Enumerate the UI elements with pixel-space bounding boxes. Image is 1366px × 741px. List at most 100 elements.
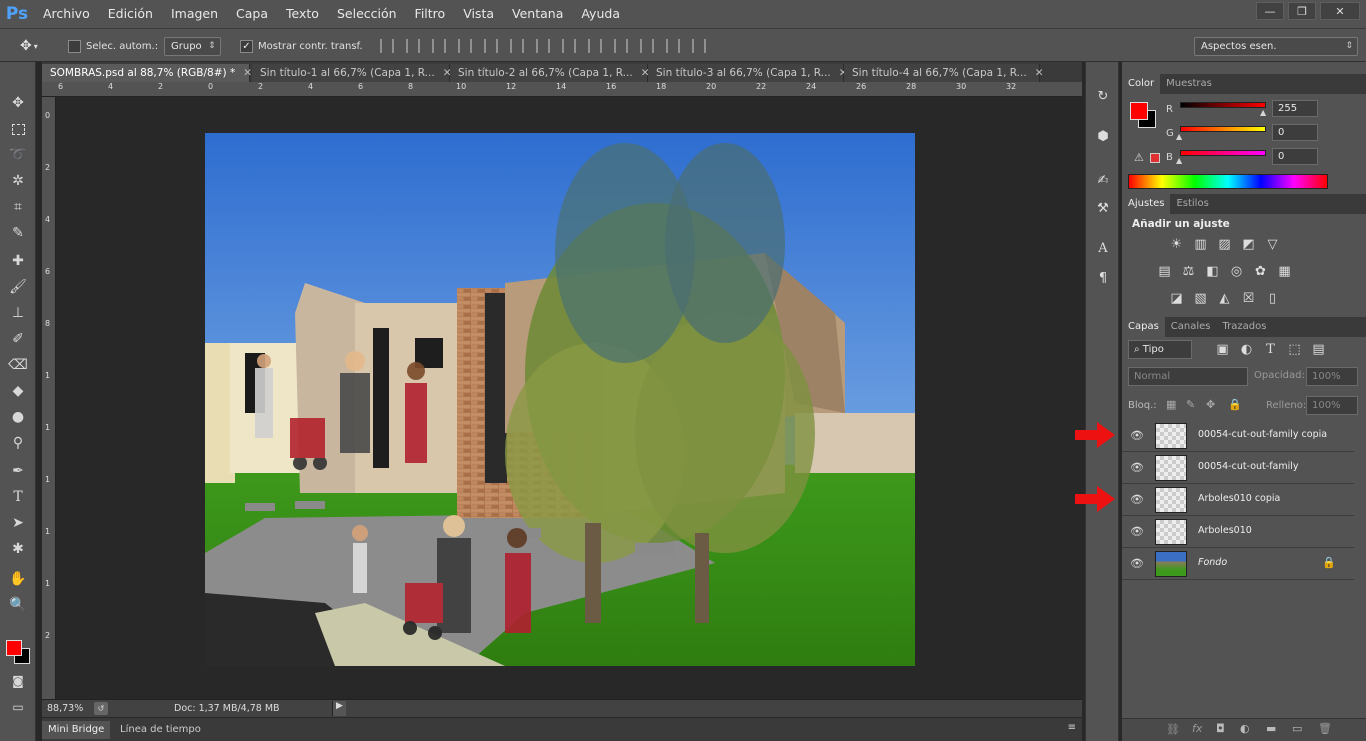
custom-shape-tool-icon[interactable]: ✱: [6, 538, 30, 560]
visibility-eye-icon[interactable]: 👁: [1130, 493, 1144, 506]
layer-thumbnail[interactable]: [1155, 455, 1187, 481]
visibility-eye-icon[interactable]: 👁: [1130, 557, 1144, 570]
clone-stamp-tool-icon[interactable]: ⊥: [6, 302, 30, 324]
zoom-level[interactable]: 88,73%: [47, 703, 83, 714]
tab-channels[interactable]: Canales: [1165, 317, 1217, 337]
new-layer-icon[interactable]: ▭: [1292, 722, 1302, 735]
tab-paths[interactable]: Trazados: [1217, 317, 1273, 337]
screen-mode-icon[interactable]: ▭: [6, 696, 30, 718]
blend-mode-dropdown[interactable]: Normal: [1128, 367, 1248, 386]
layer-name[interactable]: 00054-cut-out-family: [1198, 461, 1299, 472]
layer-thumbnail[interactable]: [1155, 423, 1187, 449]
show-transform-checkbox[interactable]: ✓: [240, 39, 253, 53]
brush-tool-icon[interactable]: 🖌: [6, 276, 30, 298]
tab-sin-titulo-1[interactable]: Sin título-1 al 66,7% (Capa 1, R... ✕: [252, 64, 452, 82]
align-right-icon[interactable]: [510, 39, 524, 53]
magic-wand-tool-icon[interactable]: ✲: [6, 170, 30, 192]
tab-timeline[interactable]: Línea de tiempo: [114, 721, 207, 739]
menu-archivo[interactable]: Archivo: [34, 0, 99, 28]
layer-thumbnail[interactable]: [1155, 519, 1187, 545]
layer-row[interactable]: 👁 00054-cut-out-family: [1122, 452, 1354, 484]
layer-name[interactable]: 00054-cut-out-family copia: [1198, 429, 1327, 440]
move-tool-preset-icon[interactable]: ✥ ▾: [20, 36, 38, 56]
move-tool-icon[interactable]: ✥: [6, 92, 30, 114]
align-hcenter-icon[interactable]: [484, 39, 498, 53]
panel-menu-icon[interactable]: ≡: [1068, 722, 1076, 733]
auto-select-checkbox[interactable]: [68, 39, 81, 53]
tab-sombras[interactable]: SOMBRAS.psd al 88,7% (RGB/8#) * ✕: [42, 64, 252, 82]
quick-mask-icon[interactable]: ◙: [6, 670, 30, 692]
brightness-icon[interactable]: ☀: [1168, 237, 1185, 252]
green-value-field[interactable]: 0: [1272, 124, 1318, 141]
distribute-right-icon[interactable]: [666, 39, 680, 53]
status-menu-arrow-icon[interactable]: ▶: [332, 701, 346, 716]
red-value-field[interactable]: 255: [1272, 100, 1318, 117]
opacity-field[interactable]: 100%: [1306, 367, 1358, 386]
layer-row[interactable]: 👁 Arboles010: [1122, 516, 1354, 548]
red-slider[interactable]: [1180, 102, 1266, 108]
close-button[interactable]: ✕: [1320, 2, 1360, 20]
character-icon[interactable]: A: [1093, 238, 1113, 258]
menu-texto[interactable]: Texto: [277, 0, 328, 28]
align-left-icon[interactable]: [458, 39, 472, 53]
ruler-vertical[interactable]: 0 2 4 6 8 1 1 1 1 1 2: [42, 97, 56, 699]
tool-presets-icon[interactable]: ⚒: [1093, 198, 1113, 218]
minimize-button[interactable]: —: [1256, 2, 1284, 20]
dodge-tool-icon[interactable]: ⚲: [6, 432, 30, 454]
blur-tool-icon[interactable]: ●: [6, 406, 30, 428]
status-info-icon[interactable]: ↺: [94, 702, 108, 715]
filter-smart-object-icon[interactable]: ▤: [1310, 342, 1327, 357]
marquee-tool-icon[interactable]: [6, 118, 30, 140]
blue-value-field[interactable]: 0: [1272, 148, 1318, 165]
document-canvas[interactable]: [205, 133, 915, 666]
layer-filter-dropdown[interactable]: ⌕ Tipo: [1128, 340, 1192, 359]
crop-tool-icon[interactable]: ⌗: [6, 196, 30, 218]
tab-mini-bridge[interactable]: Mini Bridge: [42, 721, 111, 739]
lock-position-icon[interactable]: ✥: [1206, 398, 1215, 411]
restore-button[interactable]: ❐: [1288, 2, 1316, 20]
new-group-icon[interactable]: ▬: [1266, 722, 1276, 735]
tab-color[interactable]: Color: [1122, 74, 1161, 94]
brush-presets-icon[interactable]: ✍: [1093, 170, 1113, 190]
ruler-horizontal[interactable]: 6 4 2 0 2 4 6 8 10 12 14 16 18 20 22 24 …: [42, 82, 1082, 97]
foreground-color-swatch[interactable]: [6, 640, 22, 656]
layer-name[interactable]: Arboles010: [1198, 525, 1252, 536]
lock-transparent-icon[interactable]: ▦: [1166, 398, 1176, 411]
paint-bucket-tool-icon[interactable]: ◆: [6, 380, 30, 402]
distribute-top-icon[interactable]: [536, 39, 550, 53]
menu-edicion[interactable]: Edición: [99, 0, 162, 28]
filter-type-icon[interactable]: T: [1262, 342, 1279, 357]
visibility-eye-icon[interactable]: 👁: [1130, 429, 1144, 442]
zoom-tool-icon[interactable]: 🔍: [6, 594, 30, 616]
eyedropper-tool-icon[interactable]: ✎: [6, 222, 30, 244]
workspace-dropdown[interactable]: Aspectos esen.: [1194, 36, 1358, 56]
color-lookup-icon[interactable]: ▦: [1276, 264, 1293, 279]
posterize-icon[interactable]: ▧: [1192, 291, 1209, 306]
distribute-vcenter-icon[interactable]: [562, 39, 576, 53]
levels-icon[interactable]: ▥: [1192, 237, 1209, 252]
distribute-hcenter-icon[interactable]: [640, 39, 654, 53]
pen-tool-icon[interactable]: ✒: [6, 460, 30, 482]
layer-thumbnail[interactable]: [1155, 487, 1187, 513]
add-mask-icon[interactable]: ◘: [1216, 722, 1225, 735]
menu-ayuda[interactable]: Ayuda: [572, 0, 629, 28]
layer-style-icon[interactable]: fx: [1192, 722, 1202, 735]
fill-field[interactable]: 100%: [1306, 396, 1358, 415]
paragraph-icon[interactable]: ¶: [1093, 268, 1113, 288]
blue-slider[interactable]: [1180, 150, 1266, 156]
path-selection-tool-icon[interactable]: ➤: [6, 512, 30, 534]
history-brush-tool-icon[interactable]: ✐: [6, 328, 30, 350]
photo-filter-icon[interactable]: ◎: [1228, 264, 1245, 279]
menu-capa[interactable]: Capa: [227, 0, 277, 28]
tab-sin-titulo-2[interactable]: Sin título-2 al 66,7% (Capa 1, R... ✕: [450, 64, 650, 82]
align-bottom-icon[interactable]: [432, 39, 446, 53]
exposure-icon[interactable]: ◩: [1240, 237, 1257, 252]
link-layers-icon[interactable]: ⛓: [1166, 723, 1180, 736]
visibility-eye-icon[interactable]: 👁: [1130, 461, 1144, 474]
tab-sin-titulo-4[interactable]: Sin título-4 al 66,7% (Capa 1, R... ✕: [844, 64, 1044, 82]
menu-imagen[interactable]: Imagen: [162, 0, 227, 28]
hue-saturation-icon[interactable]: ▤: [1156, 264, 1173, 279]
delete-layer-icon[interactable]: 🗑: [1318, 722, 1332, 735]
tab-adjustments[interactable]: Ajustes: [1122, 194, 1171, 214]
gamut-swatch[interactable]: [1150, 153, 1160, 163]
